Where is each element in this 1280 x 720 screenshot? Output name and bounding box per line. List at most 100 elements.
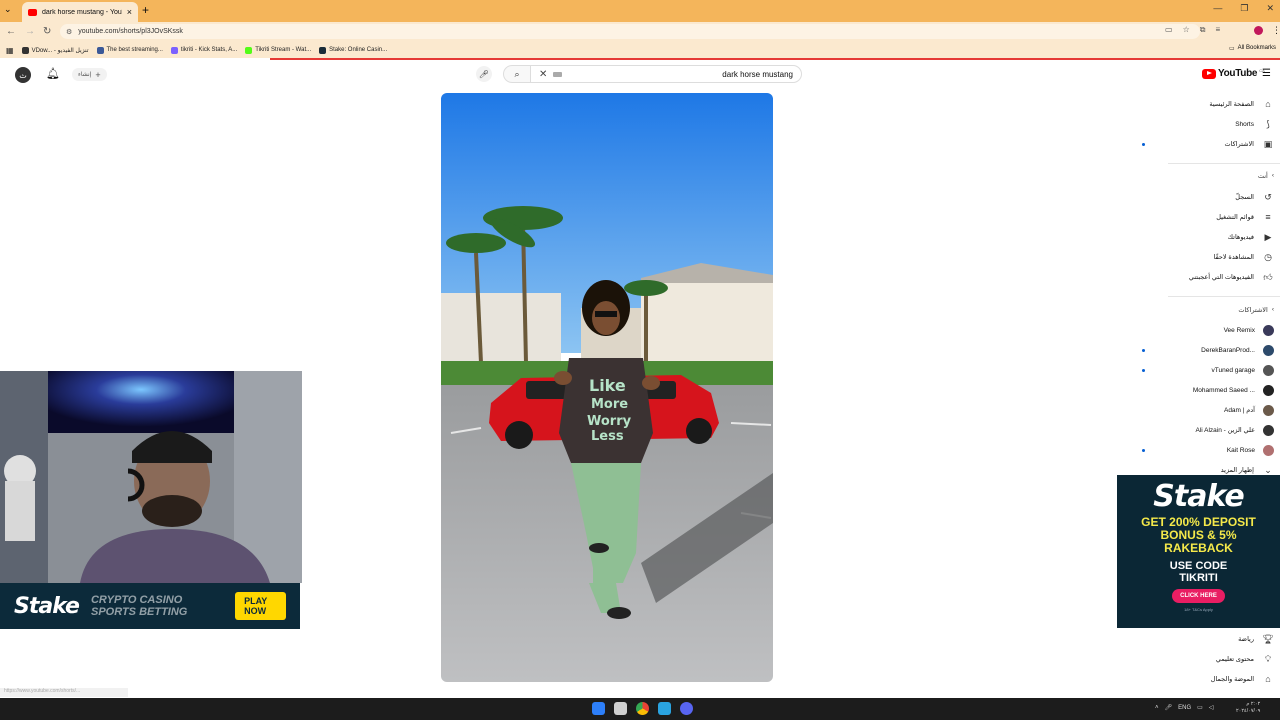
notifications-bell-icon[interactable]: 🔔︎ (46, 67, 60, 80)
sidebar-item-label: الصفحة الرئيسية (1209, 101, 1254, 108)
video-frame: Like More Worry Less (441, 93, 773, 682)
new-tab-icon[interactable]: + (142, 3, 149, 17)
bookmark-item[interactable]: Tikriti Stream - Wat... (245, 46, 312, 54)
tray-chevron-icon[interactable]: ˄ (1155, 705, 1159, 711)
extensions-icon[interactable]: ⧉ (1200, 25, 1206, 35)
ad-click-here-button[interactable]: CLICK HERE (1172, 589, 1225, 603)
liked-icon: 👍︎ (1263, 271, 1273, 282)
sidebar-item[interactable]: المشاهدة لاحقًا ◷ (1124, 249, 1274, 265)
reload-icon[interactable]: ↻ (43, 26, 51, 37)
clock[interactable]: ٢:٠٢ م ٢٠٢٤/٠٧/٠٩ (1236, 701, 1260, 715)
bookmark-item[interactable]: The best streaming... (96, 46, 163, 54)
bookmark-star-icon[interactable]: ☆ (1183, 25, 1190, 35)
subscription-item[interactable]: vTuned garage (1124, 362, 1274, 378)
lightbulb-icon: 💡︎ (1264, 653, 1272, 664)
subscription-item[interactable]: Mohammed Saeed ... (1124, 382, 1274, 398)
telegram-icon[interactable] (658, 702, 671, 715)
sidebar-item[interactable]: الاشتراكات ▣ (1124, 136, 1274, 152)
bookmark-label: Tikriti Stream - Wat... (255, 47, 312, 53)
logo-text: YouTube (1218, 68, 1258, 79)
sidebar-item-label: DerekBaranProd... (1201, 346, 1255, 354)
mic-tray-icon[interactable]: 🎤︎ (1165, 704, 1173, 711)
media-icon[interactable]: ≡ (1215, 25, 1220, 35)
chevron-down-icon: ⌄ (1264, 464, 1272, 475)
chevron-left-icon: ‹ (1271, 172, 1274, 179)
play-now-button[interactable]: PLAY NOW (235, 592, 286, 620)
forward-icon[interactable]: → (25, 26, 35, 37)
watch-later-icon: ◷ (1264, 251, 1272, 262)
volume-icon[interactable]: ◁ (1209, 704, 1214, 711)
create-button[interactable]: إنشاء + (72, 68, 107, 81)
sidebar-item[interactable]: الفيديوهات التي أعجبتني 👍︎ (1124, 269, 1274, 285)
maximize-icon[interactable]: ❐ (1240, 3, 1248, 14)
svg-text:Worry: Worry (587, 414, 632, 429)
bookmark-item[interactable]: VDow... - تنزيل الفيديو (21, 46, 89, 54)
search-input[interactable] (568, 69, 793, 79)
sidebar-item[interactable]: الصفحة الرئيسية ⌂ (1124, 96, 1274, 112)
discord-icon[interactable] (680, 702, 693, 715)
tab-close-icon[interactable]: × (127, 7, 132, 17)
bookmark-label: The best streaming... (106, 47, 163, 53)
shorts-video-player[interactable]: Like More Worry Less (441, 93, 773, 682)
sidebar-item[interactable]: فيديوهاتك ▶ (1124, 229, 1274, 245)
stake-ad[interactable]: Stake GET 200% DEPOSIT BONUS & 5% RAKEBA… (1117, 475, 1280, 628)
bookmark-label: tikriti - Kick Stats, A... (180, 47, 238, 53)
voice-search-icon[interactable]: 🎤︎ (476, 66, 492, 82)
bookmark-item[interactable]: tikriti - Kick Stats, A... (170, 46, 238, 54)
subscription-item[interactable]: DerekBaranProd... (1124, 342, 1274, 358)
keyboard-icon[interactable] (553, 71, 563, 77)
webcam-stake-banner[interactable]: Stake CRYPTO CASINO SPORTS BETTING PLAY … (0, 583, 300, 629)
status-url: https://www.youtube.com/shorts/... (0, 688, 128, 697)
bookmark-label: Stake: Online Casin... (329, 47, 388, 53)
network-icon[interactable]: ▭ (1197, 704, 1203, 711)
back-icon[interactable]: ← (6, 26, 16, 37)
subscription-item[interactable]: Kait Rose (1124, 442, 1274, 458)
all-bookmarks[interactable]: ▭ All Bookmarks (1229, 45, 1276, 52)
ad-code-line2: TIKRITI (1179, 572, 1218, 584)
clear-search-icon[interactable]: ✕ (539, 69, 547, 80)
omnibox-actions: ▭ ☆ ⧉ ≡ (1165, 25, 1220, 35)
tab-search-icon[interactable]: ⌄ (4, 4, 12, 15)
sidebar-item[interactable]: محتوى تعليمي 💡︎ (1124, 651, 1274, 667)
sidebar-item[interactable]: قوائم التشغيل ≡ (1124, 209, 1274, 225)
close-window-icon[interactable]: ✕ (1266, 3, 1274, 14)
bookmark-item[interactable]: Stake: Online Casin... (319, 46, 388, 54)
chrome-icon[interactable] (636, 702, 649, 715)
file-explorer-icon[interactable] (614, 702, 627, 715)
sidebar-item[interactable]: رياضة 🏆︎ (1124, 631, 1274, 647)
sidebar-subscriptions-header[interactable]: الاشتراكات ‹ (1238, 306, 1274, 314)
guide-menu-icon[interactable]: ☰ (1262, 68, 1271, 79)
subscription-item[interactable]: Ali Alzain - علي الزين (1124, 422, 1274, 438)
site-info-icon[interactable]: ⚙ (66, 28, 72, 36)
sidebar-item[interactable]: الموضة والجمال ⌂ (1124, 671, 1274, 687)
chrome-menu-icon[interactable]: ⋮ (1272, 25, 1280, 36)
account-avatar[interactable]: ث (15, 67, 31, 83)
profile-avatar[interactable] (1254, 26, 1263, 35)
playlists-icon: ≡ (1265, 212, 1271, 222)
minimize-icon[interactable]: — (1213, 3, 1222, 14)
search-field[interactable]: ✕ (530, 65, 802, 83)
svg-text:Like: Like (589, 376, 626, 395)
sidebar-item[interactable]: Shorts ⟆ (1124, 116, 1274, 132)
sidebar-you-header[interactable]: أنت ‹ (1258, 172, 1274, 180)
window-controls: — ❐ ✕ (1213, 3, 1274, 14)
search-button[interactable]: ⌕ (503, 65, 531, 83)
windows-start-icon[interactable] (592, 702, 605, 715)
your-videos-icon: ▶ (1264, 231, 1272, 242)
install-icon[interactable]: ▭ (1165, 25, 1173, 35)
svg-text:More: More (591, 397, 628, 412)
chevron-left-icon: ‹ (1271, 306, 1274, 313)
subscription-item[interactable]: Adam | آدم (1124, 402, 1274, 418)
new-content-dot (1142, 368, 1145, 372)
ad-code-line1: USE CODE (1169, 560, 1228, 572)
subscription-item[interactable]: Vee Remix (1124, 322, 1274, 338)
channel-avatar (1263, 384, 1274, 396)
bookmark-favicon-icon (245, 46, 253, 54)
browser-tab[interactable]: dark horse mustang - YouT × (22, 2, 138, 22)
address-bar[interactable]: ⚙ youtube.com/shorts/pl3JOvSKssk (60, 24, 1200, 39)
sidebar-item[interactable]: السجلّ ↺ (1124, 189, 1274, 205)
apps-grid-icon[interactable]: ▦ (6, 46, 14, 55)
youtube-logo[interactable]: YouTube CA (1202, 68, 1265, 79)
bookmark-favicon-icon (21, 46, 29, 54)
language-indicator[interactable]: ENG (1178, 705, 1191, 711)
